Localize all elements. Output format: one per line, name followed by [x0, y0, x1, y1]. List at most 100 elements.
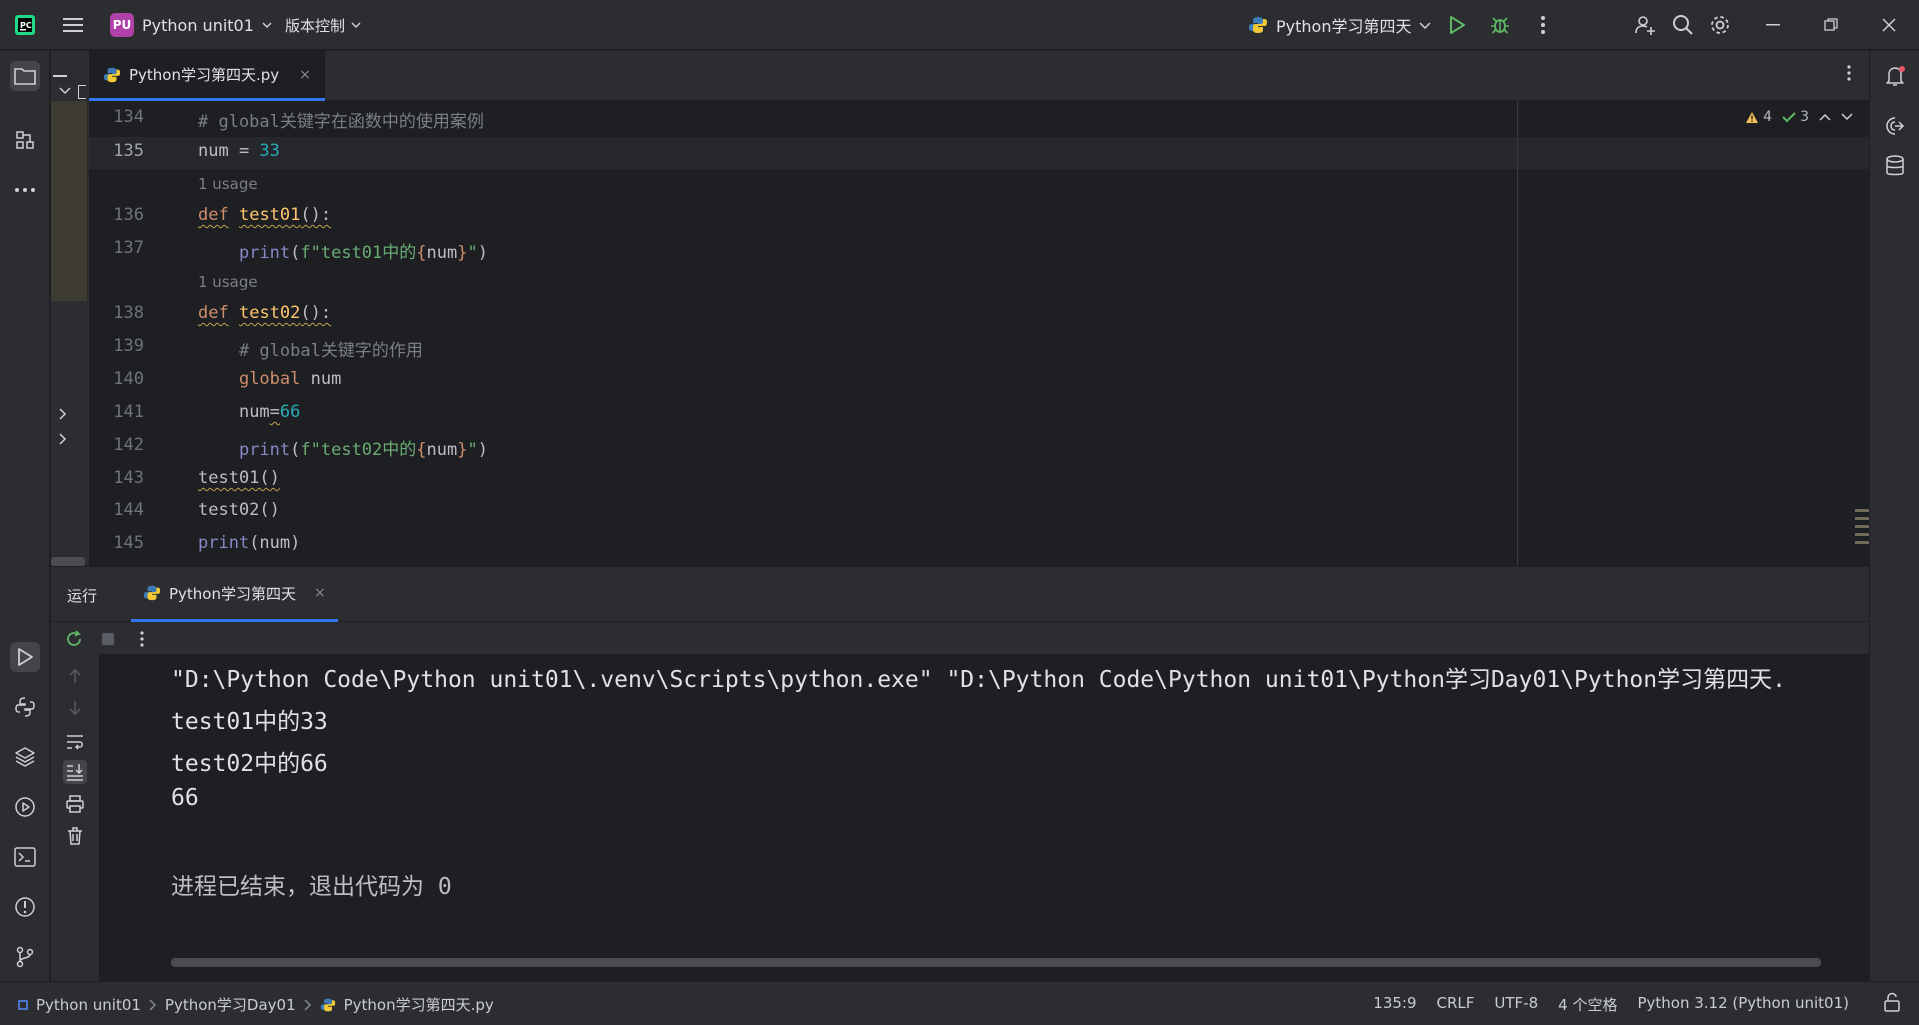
code-line-145: print(num) — [198, 533, 300, 553]
hamburger-menu-icon[interactable] — [60, 12, 86, 38]
run-tab[interactable]: Python学习第四天 × — [131, 567, 338, 622]
code-brace: } — [457, 440, 468, 460]
usage-hint[interactable]: 1 usage — [198, 273, 258, 291]
chevron-up-icon[interactable] — [1819, 113, 1831, 121]
code-line-141: num=66 — [198, 402, 300, 422]
more-actions-icon[interactable] — [1530, 12, 1556, 38]
code-brace: { — [416, 440, 427, 460]
line-ending[interactable]: CRLF — [1437, 994, 1475, 1015]
chevron-right-icon[interactable] — [59, 433, 67, 445]
console-horizontal-scrollbar[interactable] — [171, 958, 1821, 967]
caret-position[interactable]: 135:9 — [1373, 994, 1416, 1015]
console-line: test02中的66 — [171, 751, 328, 777]
restore-window-icon[interactable] — [1818, 12, 1844, 38]
gear-icon[interactable] — [1707, 12, 1733, 38]
ai-assistant-icon[interactable] — [1880, 111, 1910, 141]
file-encoding[interactable]: UTF-8 — [1494, 994, 1538, 1015]
code-line-138: def test02(): — [198, 303, 331, 323]
code-token: (): — [300, 205, 332, 225]
line-number: 134 — [113, 107, 144, 127]
python-packages-icon[interactable] — [10, 742, 40, 772]
code-keyword: global — [238, 369, 301, 389]
svg-text:PC: PC — [20, 21, 32, 30]
close-tab-icon[interactable]: × — [299, 67, 311, 83]
title-bar: PC PU Python unit01 版本控制 Python学习第四天 — [0, 0, 1919, 50]
line-number: 139 — [113, 336, 144, 356]
arrow-down-icon[interactable] — [63, 696, 87, 720]
vcs-label: 版本控制 — [285, 16, 346, 35]
run-tool-icon[interactable] — [10, 642, 40, 672]
code-with-me-icon[interactable] — [1632, 12, 1658, 38]
breadcrumb-project[interactable]: Python unit01 — [36, 996, 141, 1014]
search-icon[interactable] — [1670, 12, 1696, 38]
line-number: 136 — [113, 205, 144, 225]
code-string: " — [467, 243, 478, 263]
python-interpreter[interactable]: Python 3.12 (Python unit01) — [1637, 994, 1849, 1015]
chevron-down-icon[interactable] — [59, 87, 71, 95]
read-only-toggle-icon[interactable] — [1883, 992, 1901, 1012]
inspection-widget[interactable]: 4 3 — [1745, 109, 1853, 125]
line-number-gutter[interactable]: 134 135 136 137 138 139 140 141 142 143 … — [89, 101, 189, 566]
minimize-window-icon[interactable] — [1760, 12, 1786, 38]
breadcrumb-file[interactable]: Python学习第四天.py — [344, 994, 494, 1015]
close-tab-icon[interactable]: × — [314, 585, 326, 601]
current-line-highlight — [89, 137, 1869, 169]
editor-tab-label: Python学习第四天.py — [129, 66, 280, 84]
code-token: (num) — [249, 533, 301, 553]
line-number: 143 — [113, 468, 144, 488]
run-icon[interactable] — [1444, 12, 1470, 38]
trash-icon[interactable] — [63, 824, 87, 848]
tab-options-icon[interactable] — [1847, 65, 1851, 81]
line-number: 144 — [113, 500, 144, 520]
stop-icon[interactable] — [97, 628, 119, 650]
indent-setting[interactable]: 4 个空格 — [1558, 994, 1617, 1015]
code-line-140: global num — [198, 369, 341, 389]
editor-tab-active[interactable]: Python学习第四天.py × — [89, 51, 325, 101]
chevron-down-icon — [351, 21, 361, 29]
usage-hint[interactable]: 1 usage — [198, 175, 258, 193]
services-icon[interactable] — [10, 792, 40, 822]
run-config-label: Python学习第四天 — [1276, 17, 1412, 36]
warning-icon — [1746, 111, 1759, 123]
version-control-icon[interactable] — [10, 942, 40, 972]
code-token: ( — [290, 440, 301, 460]
python-icon — [1248, 15, 1268, 35]
scroll-to-end-icon[interactable] — [63, 760, 87, 784]
project-folder-icon[interactable] — [10, 61, 40, 91]
run-console[interactable]: "D:\Python Code\Python unit01\.venv\Scri… — [99, 654, 1869, 982]
code-string: f"test02中的 — [300, 440, 417, 460]
collapse-project-icon[interactable] — [53, 75, 67, 77]
chevron-right-icon — [149, 998, 157, 1011]
problems-icon[interactable] — [10, 892, 40, 922]
error-stripe-marks[interactable] — [1855, 509, 1869, 553]
arrow-up-icon[interactable] — [63, 664, 87, 688]
print-icon[interactable] — [63, 792, 87, 816]
more-actions-icon[interactable] — [131, 628, 153, 650]
notifications-icon[interactable] — [1880, 61, 1910, 91]
database-icon[interactable] — [1880, 151, 1910, 181]
pycharm-logo-icon[interactable]: PC — [12, 12, 38, 38]
python-console-icon[interactable] — [10, 692, 40, 722]
code-editor[interactable]: 134 135 136 137 138 139 140 141 142 143 … — [89, 101, 1869, 566]
project-switcher[interactable]: PU Python unit01 — [110, 11, 272, 39]
chevron-down-icon[interactable] — [1841, 113, 1853, 121]
close-window-icon[interactable] — [1876, 12, 1902, 38]
breadcrumb-folder[interactable]: Python学习Day01 — [165, 994, 296, 1015]
breadcrumb: Python unit01 Python学习Day01 Python学习第四天.… — [18, 994, 494, 1015]
code-line-143: test01() — [198, 468, 280, 488]
debug-icon[interactable] — [1487, 12, 1513, 38]
project-tree-selection — [51, 101, 87, 301]
run-configuration-selector[interactable]: Python学习第四天 — [1248, 11, 1431, 39]
vcs-menu[interactable]: 版本控制 — [285, 11, 361, 39]
run-window-header: 运行 Python学习第四天 × — [51, 567, 1869, 622]
chevron-right-icon[interactable] — [59, 408, 67, 420]
soft-wrap-icon[interactable] — [63, 730, 87, 754]
code-token: ( — [290, 243, 301, 263]
terminal-icon[interactable] — [10, 842, 40, 872]
project-scrollbar[interactable] — [51, 557, 85, 566]
right-tool-strip — [1869, 51, 1919, 981]
folder-icon — [78, 85, 86, 99]
more-tools-icon[interactable] — [10, 175, 40, 205]
rerun-icon[interactable] — [63, 628, 85, 650]
structure-icon[interactable] — [10, 125, 40, 155]
